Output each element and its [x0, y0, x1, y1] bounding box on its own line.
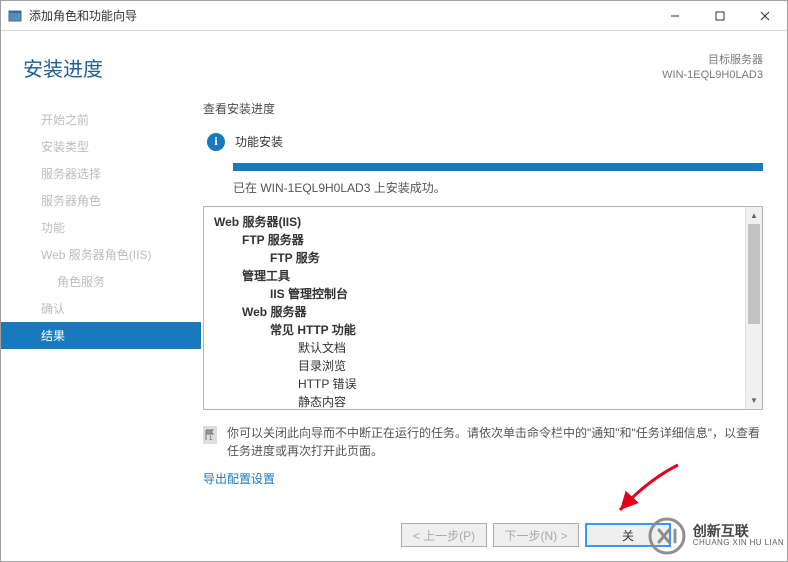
wizard-step: 服务器角色 [1, 187, 201, 214]
tree-node: HTTP 错误 [214, 375, 752, 393]
note-text: 你可以关闭此向导而不中断正在运行的任务。请依次单击命令栏中的"通知"和"任务详细… [227, 424, 763, 460]
wizard-step: 结果 [1, 322, 201, 349]
titlebar-left: 添加角色和功能向导 [7, 7, 137, 24]
minimize-button[interactable] [652, 1, 697, 30]
close-wizard-button[interactable]: 关 [585, 523, 671, 547]
install-success-message: 已在 WIN-1EQL9H0LAD3 上安装成功。 [233, 179, 763, 196]
flag-icon: 1 [203, 426, 217, 444]
tree-node: 目录浏览 [214, 357, 752, 375]
window-controls [652, 1, 787, 30]
tree-node: Web 服务器 [214, 303, 752, 321]
wizard-step: 功能 [1, 214, 201, 241]
titlebar: 添加角色和功能向导 [1, 1, 787, 31]
wizard-step: 确认 [1, 295, 201, 322]
tree-node: 管理工具 [214, 267, 752, 285]
window-title: 添加角色和功能向导 [29, 7, 137, 24]
previous-button[interactable]: < 上一步(P) [401, 523, 487, 547]
tree-node: 常见 HTTP 功能 [214, 321, 752, 339]
app-icon [7, 8, 23, 24]
maximize-icon [715, 11, 725, 21]
scroll-up-button[interactable]: ▲ [746, 207, 762, 224]
tree-node: 默认文档 [214, 339, 752, 357]
status-row: i 功能安装 [203, 133, 763, 151]
progress-bar [233, 163, 763, 171]
tree-node: Web 服务器(IIS) [214, 213, 752, 231]
scrollbar[interactable]: ▲ ▼ [745, 207, 762, 409]
wizard-step: 安装类型 [1, 133, 201, 160]
scroll-down-button[interactable]: ▼ [746, 392, 762, 409]
tree-node: IIS 管理控制台 [214, 285, 752, 303]
tree-node: FTP 服务器 [214, 231, 752, 249]
main-panel: 查看安装进度 i 功能安装 已在 WIN-1EQL9H0LAD3 上安装成功。 … [201, 100, 787, 511]
note-row: 1 你可以关闭此向导而不中断正在运行的任务。请依次单击命令栏中的"通知"和"任务… [203, 424, 763, 460]
minimize-icon [670, 11, 680, 21]
svg-text:1: 1 [209, 436, 213, 442]
export-settings-link[interactable]: 导出配置设置 [203, 470, 763, 487]
wizard-step: 服务器选择 [1, 160, 201, 187]
wizard-step: 角色服务 [1, 268, 201, 295]
view-progress-label: 查看安装进度 [203, 100, 763, 117]
next-button[interactable]: 下一步(N) > [493, 523, 579, 547]
target-server-label: 目标服务器 [662, 53, 763, 68]
target-server-block: 目标服务器 WIN-1EQL9H0LAD3 [662, 53, 763, 84]
tree-node: FTP 服务 [214, 249, 752, 267]
body: 开始之前安装类型服务器选择服务器角色功能Web 服务器角色(IIS)角色服务确认… [1, 90, 787, 511]
footer-buttons: < 上一步(P) 下一步(N) > 关 取消 [1, 511, 787, 561]
scroll-thumb[interactable] [748, 224, 760, 324]
wizard-window: 添加角色和功能向导 安装进度 目标服务器 WIN-1EQL9H0LAD3 开始之… [0, 0, 788, 562]
wizard-steps-sidebar: 开始之前安装类型服务器选择服务器角色功能Web 服务器角色(IIS)角色服务确认… [1, 100, 201, 511]
close-button[interactable] [742, 1, 787, 30]
feature-tree: Web 服务器(IIS)FTP 服务器FTP 服务管理工具IIS 管理控制台We… [204, 207, 762, 409]
target-server-value: WIN-1EQL9H0LAD3 [662, 68, 763, 83]
page-title: 安装进度 [23, 53, 103, 82]
wizard-step: 开始之前 [1, 106, 201, 133]
feature-tree-box: Web 服务器(IIS)FTP 服务器FTP 服务管理工具IIS 管理控制台We… [203, 206, 763, 410]
wizard-step: Web 服务器角色(IIS) [1, 241, 201, 268]
close-icon [760, 11, 770, 21]
header: 安装进度 目标服务器 WIN-1EQL9H0LAD3 [1, 31, 787, 90]
status-text: 功能安装 [235, 133, 283, 150]
maximize-button[interactable] [697, 1, 742, 30]
tree-node: 静态内容 [214, 393, 752, 409]
info-icon: i [207, 133, 225, 151]
